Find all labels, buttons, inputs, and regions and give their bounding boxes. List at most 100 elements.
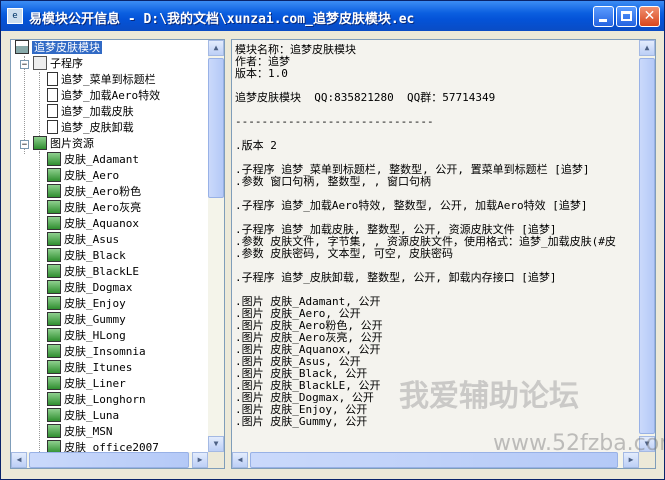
image-icon	[47, 408, 61, 422]
image-icon	[47, 312, 61, 326]
info-line: .版本 2	[235, 139, 277, 152]
scroll-left-icon[interactable]: ◀	[11, 452, 27, 468]
tree-item-image[interactable]: 皮肤_MSN	[47, 424, 113, 440]
collapse-images-toggle[interactable]: −	[20, 140, 29, 150]
minimize-icon	[599, 19, 607, 22]
tree-root-label: 追梦皮肤模块	[32, 41, 102, 54]
image-label: 皮肤_Adamant	[64, 153, 139, 166]
tree-item-image[interactable]: 皮肤_Aero粉色	[47, 184, 141, 200]
info-vertical-scrollbar[interactable]: ▲ ▼	[639, 40, 655, 452]
image-label: 皮肤_BlackLE	[64, 265, 139, 278]
image-folder-icon	[33, 136, 47, 150]
tree-item-image[interactable]: 皮肤_office2007	[47, 440, 159, 452]
image-label: 皮肤_Dogmax	[64, 281, 133, 294]
image-icon	[47, 392, 61, 406]
image-icon	[47, 296, 61, 310]
tree-item-image[interactable]: 皮肤_Luna	[47, 408, 119, 424]
image-label: 皮肤_Aero	[64, 169, 120, 182]
tree-root[interactable]: 追梦皮肤模块	[15, 40, 102, 56]
subprogram-label: 追梦_加载Aero特效	[61, 89, 161, 102]
tree-item-image[interactable]: 皮肤_Aero	[47, 168, 119, 184]
image-label: 皮肤_Black	[64, 249, 126, 262]
tree-item-image[interactable]: 皮肤_Longhorn	[47, 392, 146, 408]
subprogram-label: 追梦_皮肤卸载	[61, 121, 134, 134]
tree-item-subprogram[interactable]: 追梦_皮肤卸载	[47, 120, 134, 136]
close-button[interactable]: ✕	[639, 6, 660, 27]
tree-line	[39, 152, 40, 452]
tree-item-image[interactable]: 皮肤_Aero灰亮	[47, 200, 141, 216]
image-icon	[47, 264, 61, 278]
tree-item-image[interactable]: 皮肤_BlackLE	[47, 264, 139, 280]
info-scroll-thumb[interactable]	[639, 58, 655, 434]
collapse-subprograms-toggle[interactable]: −	[20, 60, 29, 70]
tree-item-image[interactable]: 皮肤_Dogmax	[47, 280, 132, 296]
image-label: 皮肤_MSN	[64, 425, 113, 438]
image-label: 皮肤_office2007	[64, 441, 159, 452]
subprogram-label: 追梦_加载皮肤	[61, 105, 134, 118]
tree-hscroll-thumb[interactable]	[29, 452, 189, 468]
tree-node-subprograms[interactable]: 子程序	[33, 56, 83, 72]
scroll-left-icon[interactable]: ◀	[232, 452, 248, 468]
tree-item-image[interactable]: 皮肤_Aquanox	[47, 216, 139, 232]
minimize-button[interactable]	[593, 6, 614, 27]
image-icon	[47, 360, 61, 374]
tree-item-subprogram[interactable]: 追梦_加载Aero特效	[47, 88, 160, 104]
image-icon	[47, 280, 61, 294]
info-line: 作者：追梦	[235, 55, 290, 68]
scroll-right-icon[interactable]: ▶	[192, 452, 208, 468]
image-label: 皮肤_Liner	[64, 377, 126, 390]
info-line: 模块名称：追梦皮肤模块	[235, 44, 356, 56]
module-info-panel: 模块名称：追梦皮肤模块 作者：追梦 版本：1.0 追梦皮肤模块 QQ:83582128…	[231, 39, 656, 469]
module-tree[interactable]: 追梦皮肤模块 − 子程序 追梦_菜单到标题栏 追梦_加载Aero特效 追梦_加载皮肤…	[11, 40, 209, 452]
tree-item-image[interactable]: 皮肤_Itunes	[47, 360, 132, 376]
image-label: 皮肤_Enjoy	[64, 297, 126, 310]
scroll-down-icon[interactable]: ▼	[208, 436, 224, 452]
app-window: e 易模块公开信息 - D:\我的文档\xunzai.com_追梦皮肤模块.ec…	[0, 0, 665, 480]
tree-item-image[interactable]: 皮肤_Adamant	[47, 152, 139, 168]
info-line: .子程序 追梦_皮肤卸载, 整数型, 公开, 卸载内存接口 [追梦]	[235, 271, 557, 284]
tree-horizontal-scrollbar[interactable]: ◀ ▶	[11, 452, 208, 468]
tree-item-subprogram[interactable]: 追梦_菜单到标题栏	[47, 72, 156, 88]
info-line	[235, 128, 637, 140]
info-line: 版本：1.0	[235, 67, 288, 80]
book-icon	[33, 56, 47, 70]
tree-scroll-thumb[interactable]	[208, 58, 224, 198]
tree-item-image[interactable]: 皮肤_Liner	[47, 376, 126, 392]
app-icon: e	[7, 8, 23, 24]
tree-item-image[interactable]: 皮肤_Enjoy	[47, 296, 126, 312]
info-hscroll-thumb[interactable]	[250, 452, 618, 468]
image-label: 皮肤_Asus	[64, 233, 120, 246]
scroll-corner	[639, 452, 655, 468]
info-line: 追梦皮肤模块 QQ:835821280 QQ群：57714349	[235, 91, 496, 104]
scroll-down-icon[interactable]: ▼	[639, 436, 655, 452]
window-title: 易模块公开信息 - D:\我的文档\xunzai.com_追梦皮肤模块.ec	[29, 12, 415, 27]
tree-item-image[interactable]: 皮肤_Asus	[47, 232, 119, 248]
image-icon	[47, 216, 61, 230]
tree-item-image[interactable]: 皮肤_Insomnia	[47, 344, 146, 360]
tree-item-subprogram[interactable]: 追梦_加载皮肤	[47, 104, 134, 120]
document-icon	[47, 120, 58, 134]
image-label: 皮肤_Luna	[64, 409, 120, 422]
tree-vertical-scrollbar[interactable]: ▲ ▼	[208, 40, 224, 452]
image-icon	[47, 376, 61, 390]
image-label: 皮肤_Aquanox	[64, 217, 139, 230]
info-line: ------------------------------	[235, 115, 434, 128]
maximize-icon	[621, 11, 632, 21]
scroll-right-icon[interactable]: ▶	[623, 452, 639, 468]
module-info-text[interactable]: 模块名称：追梦皮肤模块 作者：追梦 版本：1.0 追梦皮肤模块 QQ:83582128…	[235, 44, 637, 448]
image-icon	[47, 184, 61, 198]
tree-item-image[interactable]: 皮肤_Black	[47, 248, 126, 264]
image-icon	[47, 424, 61, 438]
title-bar[interactable]: e 易模块公开信息 - D:\我的文档\xunzai.com_追梦皮肤模块.ec…	[1, 1, 664, 31]
tree-node-images[interactable]: 图片资源	[33, 136, 94, 152]
subprogram-label: 追梦_菜单到标题栏	[61, 73, 156, 86]
maximize-button[interactable]	[616, 6, 637, 27]
tree-item-image[interactable]: 皮肤_HLong	[47, 328, 126, 344]
scroll-up-icon[interactable]: ▲	[208, 40, 224, 56]
image-icon	[47, 248, 61, 262]
scroll-up-icon[interactable]: ▲	[639, 40, 655, 56]
tree-item-image[interactable]: 皮肤_Gummy	[47, 312, 126, 328]
info-horizontal-scrollbar[interactable]: ◀ ▶	[232, 452, 639, 468]
image-label: 皮肤_Insomnia	[64, 345, 146, 358]
image-icon	[47, 200, 61, 214]
